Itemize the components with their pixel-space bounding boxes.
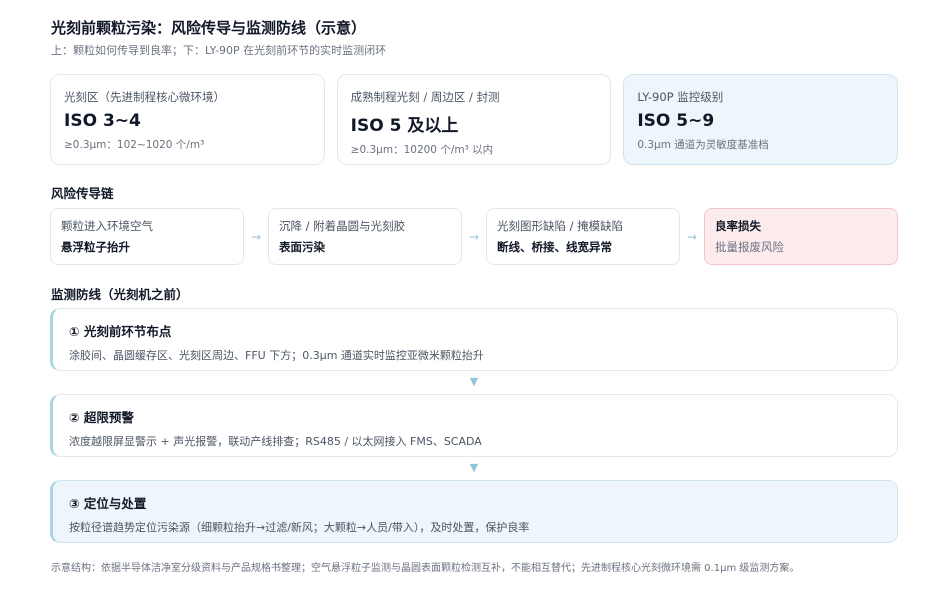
zone-iso-class: ISO 5~9 (637, 111, 715, 131)
risk-chain: 颗粒进入环境空气 悬浮粒子抬升 → 沉降 / 附着晶圆与光刻胶 表面污染 → 光… (50, 208, 898, 265)
chain-node-stage: 光刻图形缺陷 / 掩模缺陷 (497, 219, 624, 233)
chain-node-stage: 颗粒进入环境空气 (61, 219, 153, 233)
arrow-down-icon: ▼ (469, 375, 479, 388)
step-title: ③ 定位与处置 (69, 496, 147, 511)
step-title: ② 超限预警 (69, 410, 134, 425)
chain-node-effect: 悬浮粒子抬升 (61, 240, 130, 254)
zone-sensitivity-note: 0.3μm 通道为灵敏度基准档 (637, 139, 769, 151)
zone-iso-class: ISO 5 及以上 (350, 116, 459, 136)
page-title: 光刻前颗粒污染：风险传导与监测防线（示意） (51, 19, 367, 37)
footnote: 示意结构：依据半导体洁净室分级资料与产品规格书整理；空气悬浮粒子监测与晶圆表面颗… (51, 563, 800, 574)
zone-label: 成熟制程光刻 / 周边区 / 封测 (350, 90, 500, 104)
chain-node-deposition: 沉降 / 附着晶圆与光刻胶 表面污染 (268, 208, 462, 265)
page-subtitle: 上：颗粒如何传导到良率；下：LY-90P 在光刻前环节的实时监测闭环 (51, 44, 387, 57)
defense-step-alarm: ② 超限预警 浓度越限屏显警示 + 声光报警，联动产线排查；RS485 / 以太… (50, 394, 898, 457)
zone-iso-class: ISO 3~4 (64, 111, 141, 131)
chain-node-stage: 良率损失 (715, 219, 761, 233)
step-description: 按粒径谱趋势定位污染源（细颗粒抬升→过滤/新风；大颗粒→人员/带入），及时处置，… (69, 521, 530, 534)
cleanroom-zone-cards: 光刻区（先进制程核心微环境） ISO 3~4 ≥0.3μm：102~1020 个… (50, 74, 899, 165)
zone-label: LY-90P 监控级别 (637, 90, 724, 104)
step-description: 涂胶间、晶圆缓存区、光刻区周边、FFU 下方；0.3μm 通道实时监控亚微米颗粒… (69, 349, 484, 362)
step-description: 浓度越限屏显警示 + 声光报警，联动产线排查；RS485 / 以太网接入 FMS… (69, 435, 482, 448)
arrow-right-icon: → (250, 229, 262, 244)
arrow-down-icon: ▼ (469, 461, 479, 474)
chain-node-effect: 表面污染 (279, 240, 325, 254)
zone-label: 光刻区（先进制程核心微环境） (64, 90, 225, 104)
defense-line-heading: 监测防线（光刻机之前） (51, 287, 189, 302)
chain-node-effect: 批量报废风险 (715, 240, 784, 254)
zone-card-ly90p-level: LY-90P 监控级别 ISO 5~9 0.3μm 通道为灵敏度基准档 (623, 74, 899, 165)
risk-chain-heading: 风险传导链 (51, 186, 114, 201)
zone-particle-limit: ≥0.3μm：10200 个/m³ 以内 (350, 144, 494, 156)
chain-node-yield-loss: 良率损失 批量报废风险 (704, 208, 898, 265)
zone-particle-limit: ≥0.3μm：102~1020 个/m³ (64, 139, 205, 151)
chain-node-pattern-defect: 光刻图形缺陷 / 掩模缺陷 断线、桥接、线宽异常 (486, 208, 680, 265)
chain-node-stage: 沉降 / 附着晶圆与光刻胶 (279, 219, 406, 233)
step-title: ① 光刻前环节布点 (69, 324, 172, 339)
arrow-right-icon: → (468, 229, 480, 244)
defense-step-locate: ③ 定位与处置 按粒径谱趋势定位污染源（细颗粒抬升→过滤/新风；大颗粒→人员/带… (50, 480, 898, 543)
defense-step-placement: ① 光刻前环节布点 涂胶间、晶圆缓存区、光刻区周边、FFU 下方；0.3μm 通… (50, 308, 898, 371)
arrow-right-icon: → (686, 229, 698, 244)
chain-node-airborne: 颗粒进入环境空气 悬浮粒子抬升 (50, 208, 244, 265)
zone-card-advanced-litho: 光刻区（先进制程核心微环境） ISO 3~4 ≥0.3μm：102~1020 个… (50, 74, 325, 165)
chain-node-effect: 断线、桥接、线宽异常 (497, 240, 612, 254)
zone-card-mature-process: 成熟制程光刻 / 周边区 / 封测 ISO 5 及以上 ≥0.3μm：10200… (336, 74, 612, 165)
